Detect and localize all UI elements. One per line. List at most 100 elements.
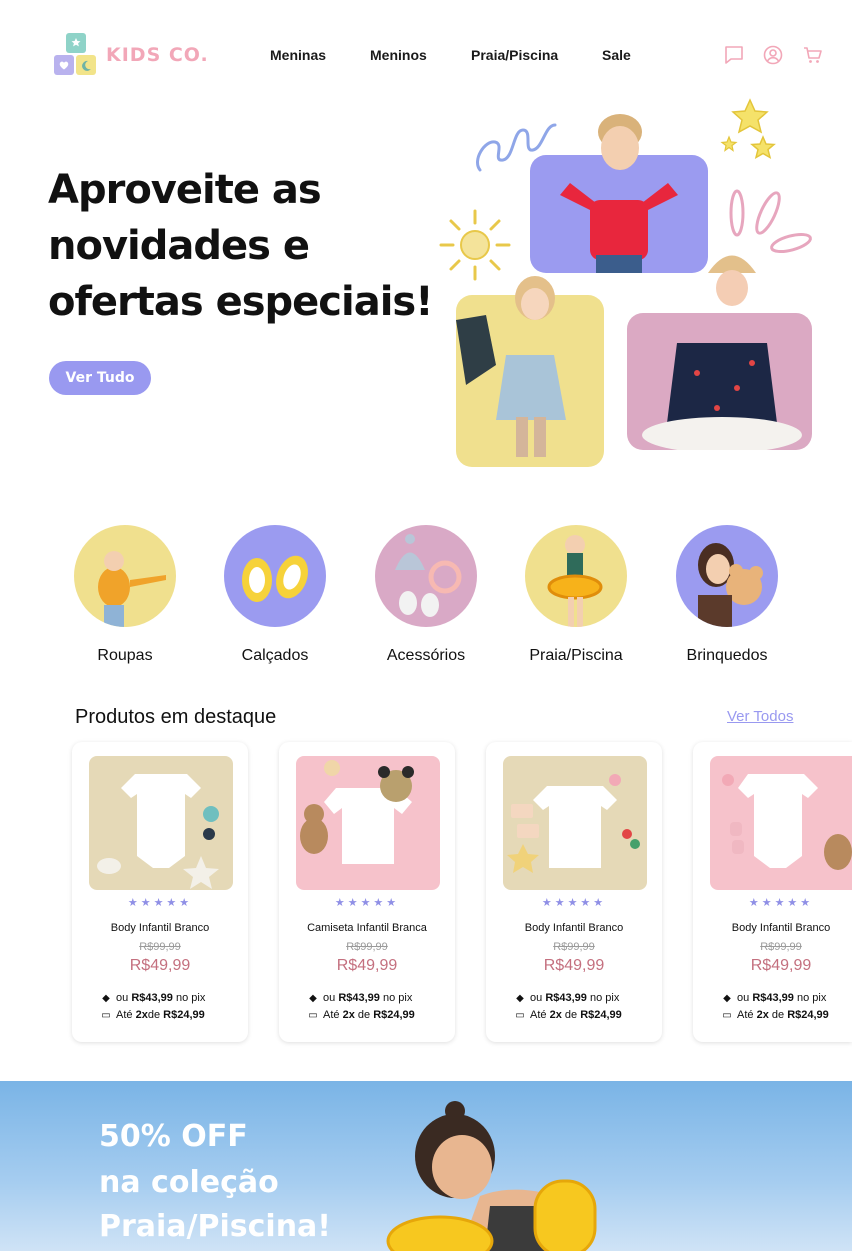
product-name: Body Infantil Branco [524,922,624,934]
product-card[interactable]: ★★★★★ Body Infantil Branco R$99,99 R$49,… [72,742,248,1042]
product-image [710,756,852,890]
category-calcados[interactable]: Calçados [205,525,345,665]
hero-title-line: ofertas especiais! [48,279,433,325]
product-name: Body Infantil Branco [110,922,210,934]
promo-collection: Praia/Piscina! [99,1209,331,1244]
nav-item-sale[interactable]: Sale [602,47,631,63]
installment-prefix: Até [737,1009,754,1021]
pix-price-row: ◆ ou R$43,99 no pix [100,992,205,1004]
category-praia-piscina[interactable]: Praia/Piscina [506,525,646,665]
installment-row: ▭ Até 2x de R$24,99 [307,1009,415,1021]
product-image [89,756,233,890]
product-old-price: R$99,99 [553,941,595,953]
installment-value: R$24,99 [787,1009,829,1021]
rating-stars: ★★★★★ [748,896,814,909]
boy-head [598,114,642,170]
pix-value: R$43,99 [131,992,173,1004]
site-header: KIDS CO. Meninas Meninos Praia/Piscina S… [0,0,852,110]
category-image [525,525,627,627]
promo-banner[interactable]: 50% OFF na coleção Praia/Piscina! [0,1081,852,1251]
product-card[interactable]: ★★★★★ Camiseta Infantil Branca R$99,99 R… [279,742,455,1042]
product-image [503,756,647,890]
card-icon: ▭ [722,1010,732,1021]
pix-icon: ◆ [516,993,524,1004]
product-old-price: R$99,99 [346,941,388,953]
installment-count: 2x [549,1009,562,1021]
product-old-price: R$99,99 [139,941,181,953]
category-image [676,525,778,627]
pix-suffix: no pix [382,992,413,1004]
pix-value: R$43,99 [338,992,380,1004]
brand-name[interactable]: KIDS CO. [106,44,209,66]
installment-prefix: Até [116,1009,133,1021]
product-name: Camiseta Infantil Branca [307,922,427,934]
promo-title: 50% OFF [99,1119,248,1154]
installment-mid: de [564,1009,578,1021]
pix-icon: ◆ [309,993,317,1004]
hero-collage [430,95,840,480]
category-label: Praia/Piscina [529,647,623,664]
product-old-price: R$99,99 [760,941,802,953]
pix-value: R$43,99 [752,992,794,1004]
card-icon: ▭ [515,1010,525,1021]
promo-photo-girl [386,1101,597,1251]
promo-subtitle: na coleção [99,1165,279,1200]
pix-prefix: ou [323,992,336,1004]
pix-price-row: ◆ ou R$43,99 no pix [721,992,826,1004]
category-label: Acessórios [386,647,466,664]
product-name: Body Infantil Branco [731,922,831,934]
rating-stars: ★★★★★ [334,896,400,909]
user-icon[interactable] [762,44,784,66]
card-icon: ▭ [308,1010,318,1021]
category-brinquedos[interactable]: Brinquedos [657,525,797,665]
nav-item-meninos[interactable]: Meninos [370,47,427,63]
product-price: R$49,99 [543,957,605,974]
installment-row: ▭ Até 2x de R$24,99 [514,1009,622,1021]
products-section-title: Produtos em destaque [75,706,277,728]
category-image [375,525,477,627]
pix-suffix: no pix [175,992,206,1004]
product-card[interactable]: ★★★★★ Body Infantil Branco R$99,99 R$49,… [693,742,852,1042]
category-roupas[interactable]: Roupas [55,525,195,665]
pix-value: R$43,99 [545,992,587,1004]
hero-photo-hat-girl [627,313,812,450]
category-image [74,525,176,627]
category-acessorios[interactable]: Acessórios [356,525,496,665]
installment-value: R$24,99 [580,1009,622,1021]
installment-count: 2x [342,1009,355,1021]
product-price: R$49,99 [750,957,812,974]
card-icon: ▭ [101,1010,111,1021]
pix-suffix: no pix [796,992,827,1004]
nav-item-meninas[interactable]: Meninas [270,47,326,63]
product-image [296,756,440,890]
stars-doodle [720,98,776,160]
rating-stars: ★★★★★ [127,896,193,909]
installment-count: 2x [135,1009,148,1021]
ver-todos-link[interactable]: Ver Todos [727,708,793,725]
rating-stars: ★★★★★ [541,896,607,909]
installment-mid: de [357,1009,371,1021]
hat-girl-head [708,255,756,306]
pix-icon: ◆ [723,993,731,1004]
girl-head [515,276,555,320]
installment-row: ▭ Até 2xde R$24,99 [100,1009,205,1021]
installment-value: R$24,99 [163,1009,205,1021]
brand-logo[interactable] [54,33,98,77]
sun-doodle [439,209,511,281]
chat-icon[interactable] [723,44,745,66]
pix-price-row: ◆ ou R$43,99 no pix [514,992,619,1004]
installment-value: R$24,99 [373,1009,415,1021]
pix-prefix: ou [530,992,543,1004]
installment-prefix: Até [530,1009,547,1021]
product-card[interactable]: ★★★★★ Body Infantil Branco R$99,99 R$49,… [486,742,662,1042]
pix-prefix: ou [737,992,750,1004]
product-price: R$49,99 [336,957,398,974]
category-image [224,525,326,627]
installment-prefix: Até [323,1009,340,1021]
installment-count: 2x [756,1009,769,1021]
nav-item-praia-piscina[interactable]: Praia/Piscina [471,47,558,63]
pix-prefix: ou [116,992,129,1004]
cart-icon[interactable] [802,44,824,66]
pix-suffix: no pix [589,992,620,1004]
ver-tudo-button[interactable]: Ver Tudo [49,361,151,395]
